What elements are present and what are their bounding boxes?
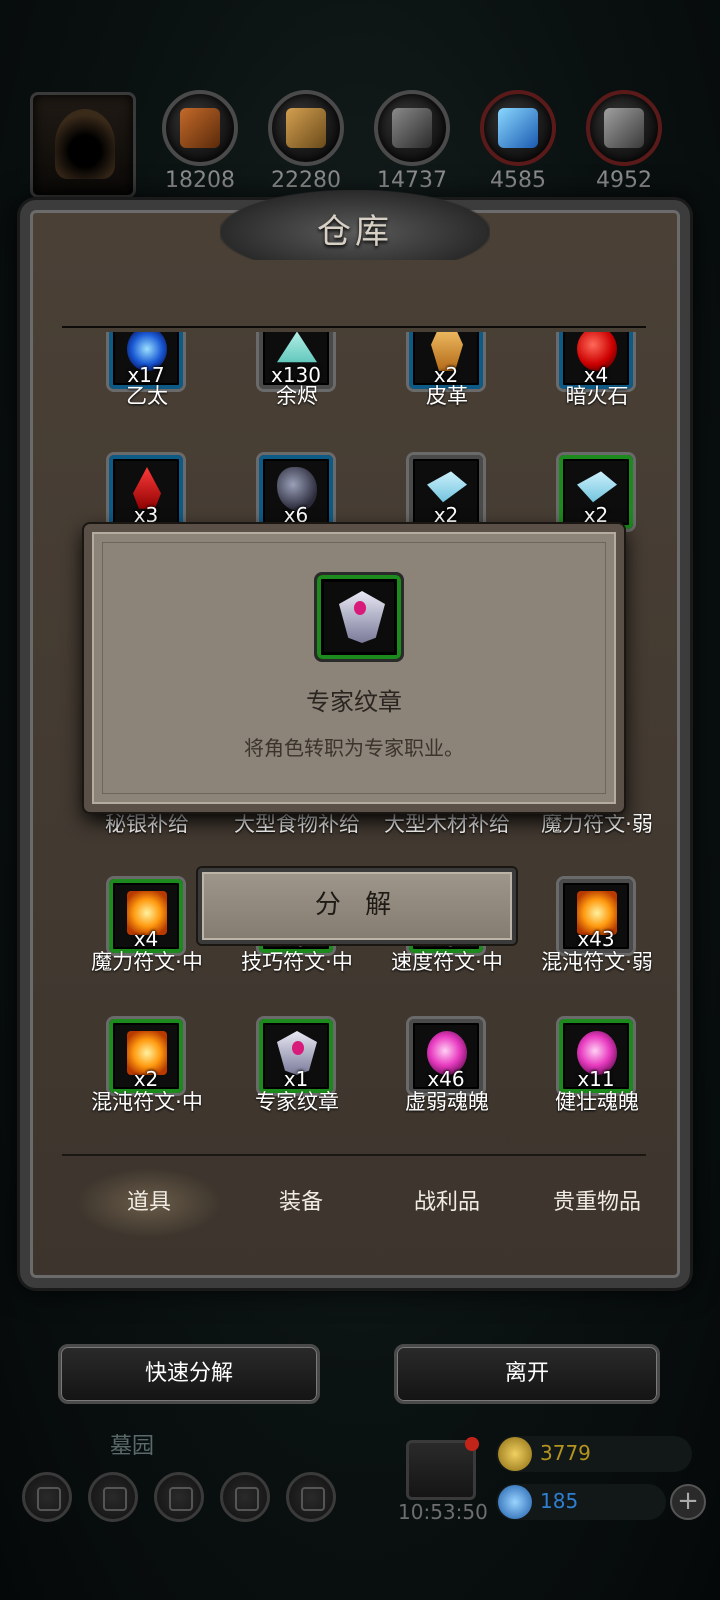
location-label: 墓园	[110, 1434, 155, 1459]
crystal-icon	[498, 108, 538, 148]
resource-circle	[162, 90, 238, 166]
tooltip-item-slot	[314, 572, 404, 662]
resource-item[interactable]: 18208	[160, 90, 240, 193]
stone-icon	[392, 108, 432, 148]
item-slot[interactable]: x3	[106, 452, 186, 532]
expert-crest-icon	[339, 591, 385, 643]
tab-equipment[interactable]: 装备	[228, 1168, 374, 1238]
inventory-cell[interactable]: x2 混沌符文·中	[72, 332, 222, 1114]
plank-icon	[286, 108, 326, 148]
item-slot[interactable]: x6	[256, 452, 336, 532]
tooltip-item-name: 专家纹章	[306, 688, 402, 716]
item-slot[interactable]: x43	[556, 876, 636, 956]
wood-log-icon	[180, 108, 220, 148]
item-name: 速度符文·中	[391, 950, 503, 974]
panel-title: 仓库	[317, 212, 393, 252]
resource-circle	[268, 90, 344, 166]
decompose-button[interactable]: 分 解	[198, 868, 516, 944]
quest-icon[interactable]	[220, 1472, 270, 1522]
item-name: 健壮魂魄	[555, 1090, 639, 1114]
resource-bar: 18208 22280 14737 4585 4952	[0, 88, 720, 198]
divider	[62, 326, 646, 328]
resource-item[interactable]: 22280	[266, 90, 346, 193]
compass-icon[interactable]	[88, 1472, 138, 1522]
inventory-cell[interactable]: x1 专家纹章	[222, 332, 372, 1114]
item-slot[interactable]: x46	[406, 1016, 486, 1096]
resource-item[interactable]: 14737	[372, 90, 452, 193]
item-slot[interactable]: x2	[556, 452, 636, 532]
item-name: 混沌符文·弱	[541, 950, 653, 974]
resource-circle	[374, 90, 450, 166]
inventory-cell[interactable]: x46 虚弱魂魄	[372, 332, 522, 1114]
guild-icon[interactable]	[286, 1472, 336, 1522]
gem-counter: 185	[496, 1484, 666, 1520]
leave-button[interactable]: 离开	[394, 1344, 660, 1404]
add-currency-button[interactable]: +	[670, 1484, 706, 1520]
gold-coin-icon	[498, 1437, 532, 1471]
hooded-figure-icon	[55, 109, 115, 179]
resource-item[interactable]: 4952	[584, 90, 664, 193]
item-name: 大型食物补给	[234, 812, 360, 836]
iron-icon	[604, 108, 644, 148]
tab-items[interactable]: 道具	[76, 1168, 222, 1238]
notification-dot	[465, 1437, 479, 1451]
map-icon[interactable]	[154, 1472, 204, 1522]
resource-value: 4585	[490, 168, 546, 193]
item-tooltip: 专家纹章 将角色转职为专家职业。	[84, 524, 624, 812]
item-name: 虚弱魂魄	[405, 1090, 489, 1114]
inventory-cell[interactable]: x11 健壮魂魄	[522, 332, 662, 1114]
clock-readout: 10:53:50	[398, 1500, 488, 1524]
gem-icon	[498, 1485, 532, 1519]
quick-decompose-button[interactable]: 快速分解	[58, 1344, 320, 1404]
tab-bar: 道具 装备 战利品 贵重物品	[62, 1168, 648, 1238]
resource-circle	[480, 90, 556, 166]
item-slot[interactable]: x11	[556, 1016, 636, 1096]
hero-portrait[interactable]	[30, 92, 136, 198]
divider	[62, 1154, 646, 1156]
item-name: 魔力符文·弱	[541, 812, 653, 836]
resource-item[interactable]: 4585	[478, 90, 558, 193]
item-slot[interactable]: x2	[106, 1016, 186, 1096]
gem-value: 185	[540, 1489, 579, 1513]
item-name: 秘银补给	[105, 812, 189, 836]
item-name: 技巧符文·中	[241, 950, 353, 974]
gold-value: 3779	[540, 1441, 591, 1465]
item-name: 魔力符文·中	[91, 950, 203, 974]
item-name: 混沌符文·中	[91, 1090, 203, 1114]
resource-value: 4952	[596, 168, 652, 193]
tab-loot[interactable]: 战利品	[374, 1168, 520, 1238]
resource-circle	[586, 90, 662, 166]
item-slot[interactable]: x2	[406, 452, 486, 532]
item-slot[interactable]: x4	[106, 876, 186, 956]
gift-chest-button[interactable]	[406, 1437, 479, 1500]
item-slot[interactable]: x1	[256, 1016, 336, 1096]
item-name: 专家纹章	[255, 1090, 339, 1114]
tooltip-item-description: 将角色转职为专家职业。	[244, 736, 464, 760]
item-name: 大型木材补给	[384, 812, 510, 836]
gold-counter: 3779	[496, 1436, 692, 1472]
settings-icon[interactable]	[22, 1472, 72, 1522]
tab-valuables[interactable]: 贵重物品	[524, 1168, 670, 1238]
